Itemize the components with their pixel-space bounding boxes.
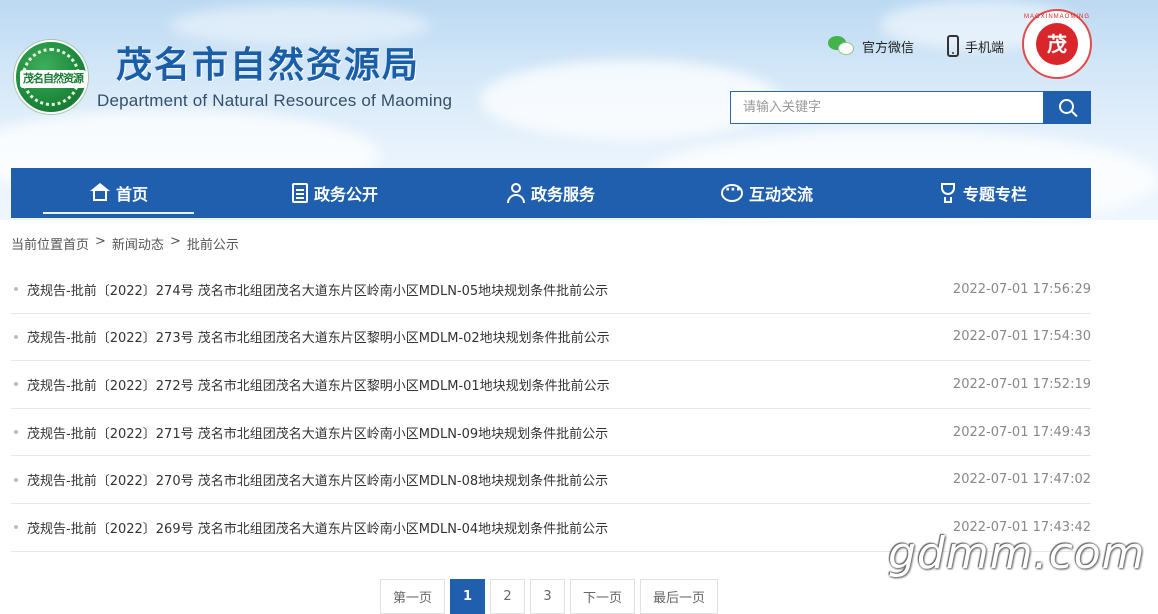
breadcrumb-news[interactable]: 新闻动态: [112, 234, 164, 253]
document-icon: [291, 183, 308, 203]
search-button[interactable]: [1043, 91, 1091, 124]
next-page-button[interactable]: 下一页: [570, 579, 636, 614]
list-item: 茂规告-批前〔2022〕271号 茂名市北组团茂名大道东片区岭南小区MDLN-0…: [11, 409, 1091, 457]
nav-label: 政务服务: [530, 185, 595, 204]
user-service-icon: [506, 183, 525, 203]
bullet-icon: [14, 477, 18, 482]
list-item-title[interactable]: 茂规告-批前〔2022〕272号 茂名市北组团茂名大道东片区黎明小区MDLM-0…: [27, 375, 610, 394]
bullet-icon: [14, 287, 18, 292]
wechat-link[interactable]: 官方微信: [828, 36, 914, 56]
bullet-icon: [14, 382, 18, 387]
pagination: 第一页 1 2 3 下一页 最后一页: [380, 579, 719, 614]
wechat-icon: [828, 36, 856, 56]
cloud-decoration: [170, 5, 430, 45]
chat-icon: [720, 182, 743, 202]
list-item-date: 2022-07-01 17:47:02: [952, 472, 1091, 488]
site-title[interactable]: 茂名市自然资源局: [116, 44, 420, 88]
nav-label: 互动交流: [748, 185, 813, 204]
list-item-date: 2022-07-01 17:49:43: [952, 424, 1091, 440]
site-logo[interactable]: 茂名自然资源: [14, 40, 88, 114]
watermark: gdmm.com: [888, 528, 1146, 579]
list-item-link[interactable]: 茂规告-批前〔2022〕272号 茂名市北组团茂名大道东片区黎明小区MDLM-0…: [11, 375, 610, 394]
breadcrumb-current[interactable]: 批前公示: [187, 234, 239, 253]
emblem-center: 茂: [1036, 23, 1078, 65]
site-subtitle: Department of Natural Resources of Maomi…: [97, 91, 453, 110]
logo-text: 茂名自然资源: [20, 70, 86, 88]
breadcrumb: 当前位置首页 > 新闻动态 > 批前公示: [11, 234, 239, 253]
search-input[interactable]: [730, 91, 1044, 124]
nav-item-special-topics[interactable]: 专题专栏: [875, 168, 1091, 218]
list-item-title[interactable]: 茂规告-批前〔2022〕274号 茂名市北组团茂名大道东片区岭南小区MDLN-0…: [27, 280, 608, 299]
list-item-title[interactable]: 茂规告-批前〔2022〕273号 茂名市北组团茂名大道东片区黎明小区MDLM-0…: [27, 327, 610, 346]
page-button-3[interactable]: 3: [530, 579, 566, 614]
list-item-link[interactable]: 茂规告-批前〔2022〕274号 茂名市北组团茂名大道东片区岭南小区MDLN-0…: [11, 280, 608, 299]
announcement-list: 茂规告-批前〔2022〕274号 茂名市北组团茂名大道东片区岭南小区MDLN-0…: [11, 266, 1091, 552]
list-item-title[interactable]: 茂规告-批前〔2022〕269号 茂名市北组团茂名大道东片区岭南小区MDLN-0…: [27, 518, 608, 537]
nav-item-government-affairs[interactable]: 政务公开: [227, 168, 443, 218]
nav-label: 政务公开: [313, 185, 378, 204]
mobile-link[interactable]: 手机端: [947, 35, 1005, 57]
nav-item-home[interactable]: 首页: [11, 168, 227, 218]
list-item-link[interactable]: 茂规告-批前〔2022〕270号 茂名市北组团茂名大道东片区岭南小区MDLN-0…: [11, 470, 608, 489]
home-icon: [89, 183, 110, 203]
breadcrumb-separator: >: [95, 234, 106, 249]
list-item: 茂规告-批前〔2022〕274号 茂名市北组团茂名大道东片区岭南小区MDLN-0…: [11, 266, 1091, 314]
mobile-label: 手机端: [965, 40, 1005, 56]
list-item-date: 2022-07-01 17:56:29: [952, 281, 1091, 297]
city-emblem: MAOXINMAOMING 茂: [1022, 9, 1092, 79]
list-item: 茂规告-批前〔2022〕270号 茂名市北组团茂名大道东片区岭南小区MDLN-0…: [11, 456, 1091, 504]
first-page-button[interactable]: 第一页: [380, 579, 446, 614]
nav-label: 首页: [115, 185, 148, 204]
list-item-link[interactable]: 茂规告-批前〔2022〕273号 茂名市北组团茂名大道东片区黎明小区MDLM-0…: [11, 327, 610, 346]
bullet-icon: [14, 525, 18, 530]
phone-icon: [947, 35, 959, 57]
main-nav: 首页 政务公开 政务服务 互动交流 专题专栏: [11, 168, 1091, 218]
breadcrumb-separator: >: [169, 234, 181, 249]
bullet-icon: [14, 334, 18, 339]
page-button-1[interactable]: 1: [450, 579, 486, 614]
list-item-title[interactable]: 茂规告-批前〔2022〕271号 茂名市北组团茂名大道东片区岭南小区MDLN-0…: [27, 423, 608, 442]
list-item: 茂规告-批前〔2022〕273号 茂名市北组团茂名大道东片区黎明小区MDLM-0…: [11, 314, 1091, 362]
list-item-link[interactable]: 茂规告-批前〔2022〕269号 茂名市北组团茂名大道东片区岭南小区MDLN-0…: [11, 518, 608, 537]
breadcrumb-home[interactable]: 当前位置首页: [11, 234, 89, 253]
search-icon: [1058, 99, 1074, 114]
list-item: 茂规告-批前〔2022〕272号 茂名市北组团茂名大道东片区黎明小区MDLM-0…: [11, 361, 1091, 409]
wechat-label: 官方微信: [862, 40, 915, 56]
nav-item-interaction[interactable]: 互动交流: [659, 168, 875, 218]
trophy-icon: [939, 183, 957, 203]
bullet-icon: [14, 430, 18, 435]
nav-label: 专题专栏: [962, 185, 1027, 204]
list-item-date: 2022-07-01 17:52:19: [952, 376, 1091, 392]
nav-item-government-services[interactable]: 政务服务: [443, 168, 659, 218]
list-item-title[interactable]: 茂规告-批前〔2022〕270号 茂名市北组团茂名大道东片区岭南小区MDLN-0…: [27, 470, 608, 489]
list-item-date: 2022-07-01 17:54:30: [952, 329, 1091, 345]
last-page-button[interactable]: 最后一页: [640, 579, 719, 614]
emblem-ring-text: MAOXINMAOMING: [1024, 14, 1091, 20]
page-button-2[interactable]: 2: [490, 579, 526, 614]
list-item-link[interactable]: 茂规告-批前〔2022〕271号 茂名市北组团茂名大道东片区岭南小区MDLN-0…: [11, 423, 608, 442]
